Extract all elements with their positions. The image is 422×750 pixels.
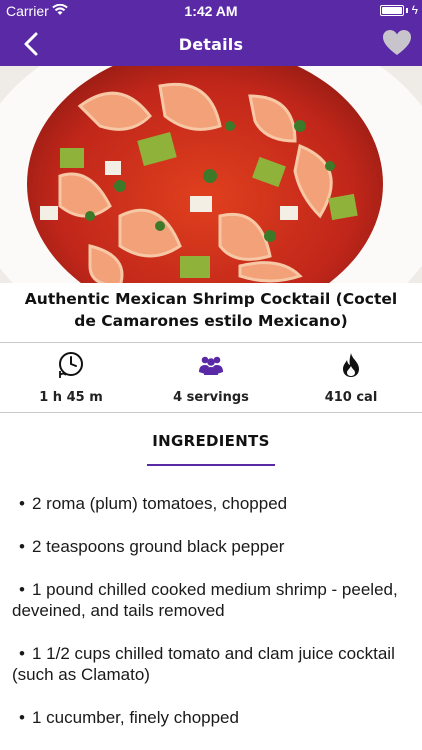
shrimp-cocktail-image	[0, 66, 422, 283]
recipe-title: Authentic Mexican Shrimp Cocktail (Cocte…	[24, 290, 398, 330]
flame-icon	[343, 353, 359, 377]
ingredient-text: 1 cucumber, finely chopped	[32, 708, 239, 727]
stat-calories-value: 410 cal	[324, 390, 378, 405]
stat-calories: 410 cal	[281, 343, 421, 411]
charging-icon: ϟ	[411, 3, 418, 17]
stat-servings-value: 4 servings	[173, 390, 249, 405]
heading-underline	[147, 464, 275, 466]
stat-time-value: 1 h 45 m	[39, 390, 103, 405]
people-icon	[199, 356, 223, 375]
ingredient-text: 1 1/2 cups chilled tomato and clam juice…	[12, 644, 395, 684]
battery-icon	[380, 5, 404, 16]
bullet: •	[19, 580, 25, 599]
recipe-photo	[0, 66, 422, 283]
ingredients-list: • 2 roma (plum) tomatoes, chopped • 2 teas…	[12, 493, 412, 750]
ingredient-text: 2 roma (plum) tomatoes, chopped	[32, 494, 288, 513]
list-item: • 1 pound chilled cooked medium shrimp - …	[12, 579, 412, 621]
status-time: 1:42 AM	[184, 3, 238, 19]
recipe-stats: 1 h 45 m 4 servings 410 cal	[0, 343, 422, 411]
clock-icon	[59, 352, 83, 378]
bullet: •	[19, 644, 25, 663]
recipe-title-block: Authentic Mexican Shrimp Cocktail (Cocte…	[0, 288, 422, 340]
bullet: •	[19, 537, 25, 556]
stat-servings: 4 servings	[141, 343, 281, 411]
stat-time: 1 h 45 m	[1, 343, 141, 411]
favorite-button[interactable]	[382, 28, 412, 58]
ingredient-text: 1 pound chilled cooked medium shrimp - p…	[12, 580, 398, 620]
status-bar: Carrier 1:42 AM ϟ	[0, 0, 422, 22]
list-item: • 1 1/2 cups chilled tomato and clam juic…	[12, 643, 412, 685]
divider-bottom	[0, 412, 422, 413]
app-header: Carrier 1:42 AM ϟ Details	[0, 0, 422, 66]
ingredients-heading: INGREDIENTS	[152, 432, 270, 450]
battery-tip	[406, 8, 408, 13]
bullet: •	[19, 708, 25, 727]
ingredients-header: INGREDIENTS	[0, 432, 422, 466]
list-item: • 2 teaspoons ground black pepper	[12, 536, 412, 557]
page-title: Details	[178, 35, 244, 54]
ingredient-text: 2 teaspoons ground black pepper	[32, 537, 285, 556]
list-item: • 1 cucumber, finely chopped	[12, 707, 412, 728]
navigation-bar: Details	[0, 22, 422, 66]
list-item: • 2 roma (plum) tomatoes, chopped	[12, 493, 412, 514]
bullet: •	[19, 494, 25, 513]
